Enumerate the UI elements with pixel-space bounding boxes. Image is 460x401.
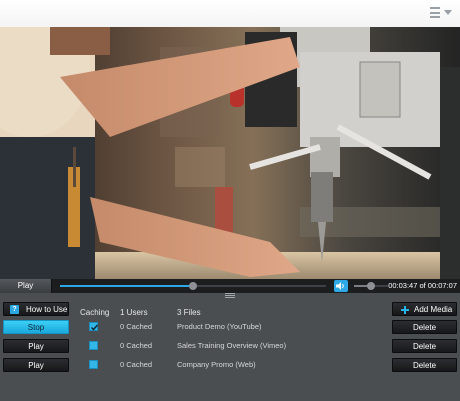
speaker-icon[interactable] xyxy=(334,280,348,292)
video-still-image xyxy=(0,27,460,279)
checkmark-icon xyxy=(90,324,99,331)
cache-status: 0 Cached xyxy=(120,341,153,350)
seek-handle[interactable] xyxy=(189,282,197,290)
users-header: 1 Users xyxy=(120,308,148,317)
volume-slider[interactable] xyxy=(354,282,388,290)
cache-status: 0 Cached xyxy=(120,360,153,369)
player-controls: Play 00:03:47 of 00:07:07 xyxy=(0,279,460,293)
hamburger-menu-icon xyxy=(430,7,440,18)
caching-checkbox[interactable] xyxy=(89,322,99,331)
volume-handle[interactable] xyxy=(367,282,375,290)
add-media-label: Add Media xyxy=(414,305,453,314)
row-play-button[interactable]: Play xyxy=(3,358,69,372)
help-icon: ? xyxy=(10,305,19,314)
row-delete-button[interactable]: Delete xyxy=(392,339,457,353)
cache-status: 0 Cached xyxy=(120,322,153,331)
seek-progress xyxy=(60,285,193,287)
plus-icon xyxy=(401,306,409,314)
file-name: Company Promo (Web) xyxy=(177,360,256,369)
file-name: Product Demo (YouTube) xyxy=(177,322,262,331)
player-play-button[interactable]: Play xyxy=(0,279,52,293)
row-play-button[interactable]: Play xyxy=(3,339,69,353)
caching-checkbox[interactable] xyxy=(89,360,98,369)
how-to-use-button[interactable]: ? How to Use xyxy=(3,302,69,316)
video-frame[interactable] xyxy=(0,27,460,279)
time-display: 00:03:47 of 00:07:07 xyxy=(388,281,457,290)
resize-grip-icon[interactable] xyxy=(225,293,235,298)
how-to-use-label: How to Use xyxy=(26,305,68,314)
menu-button[interactable] xyxy=(430,6,452,20)
add-media-button[interactable]: Add Media xyxy=(392,302,457,316)
row-stop-button[interactable]: Stop xyxy=(3,320,69,334)
file-name: Sales Training Overview (Vimeo) xyxy=(177,341,287,350)
chevron-down-icon xyxy=(444,10,452,15)
row-delete-button[interactable]: Delete xyxy=(392,320,457,334)
caching-header: Caching xyxy=(80,308,110,317)
caching-checkbox[interactable] xyxy=(89,341,98,350)
top-bar xyxy=(0,0,460,27)
row-delete-button[interactable]: Delete xyxy=(392,358,457,372)
files-header: 3 Files xyxy=(177,308,201,317)
seek-slider[interactable] xyxy=(60,282,326,290)
